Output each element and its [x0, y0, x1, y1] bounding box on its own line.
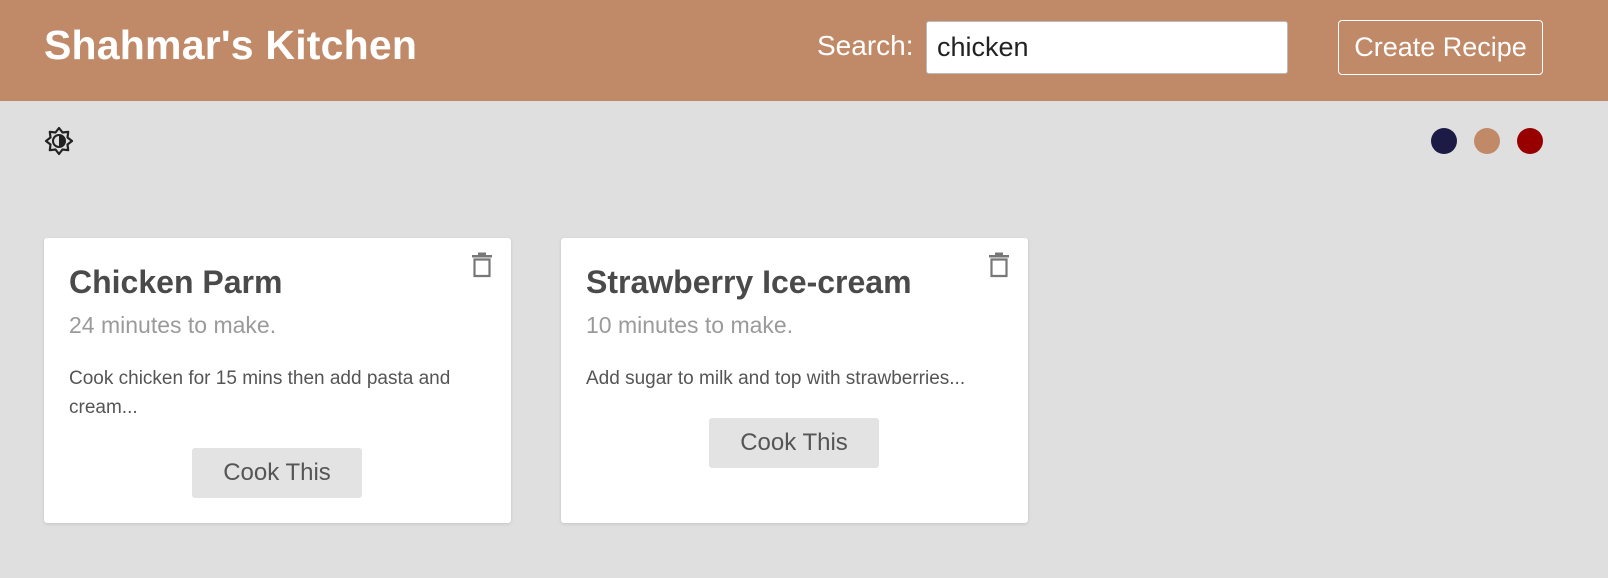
recipe-description: Cook chicken for 15 mins then add pasta …: [69, 368, 451, 418]
trash-icon[interactable]: [471, 252, 493, 278]
app-title: Shahmar's Kitchen: [44, 22, 418, 68]
create-recipe-button[interactable]: Create Recipe: [1338, 20, 1543, 75]
swatch-navy[interactable]: [1431, 128, 1457, 154]
cook-this-button[interactable]: Cook This: [709, 418, 879, 468]
recipe-card: Chicken Parm 24 minutes to make. Cook ch…: [44, 238, 511, 523]
swatch-tan[interactable]: [1474, 128, 1500, 154]
recipe-card: Strawberry Ice-cream 10 minutes to make.…: [561, 238, 1028, 523]
brightness-toggle-icon[interactable]: [44, 126, 74, 156]
trash-icon[interactable]: [988, 252, 1010, 278]
search-input[interactable]: [926, 21, 1288, 74]
swatch-red[interactable]: [1517, 128, 1543, 154]
recipe-time: 10 minutes to make.: [586, 312, 794, 338]
app-header: Shahmar's Kitchen Search: Create Recipe: [0, 0, 1608, 101]
recipe-description: Add sugar to milk and top with strawberr…: [586, 368, 966, 389]
cook-this-button[interactable]: Cook This: [192, 448, 362, 498]
search-label: Search:: [817, 30, 914, 61]
recipe-title: Strawberry Ice-cream: [586, 264, 912, 300]
recipe-title: Chicken Parm: [69, 264, 283, 300]
theme-color-swatches: [1431, 128, 1543, 154]
recipe-time: 24 minutes to make.: [69, 312, 277, 338]
